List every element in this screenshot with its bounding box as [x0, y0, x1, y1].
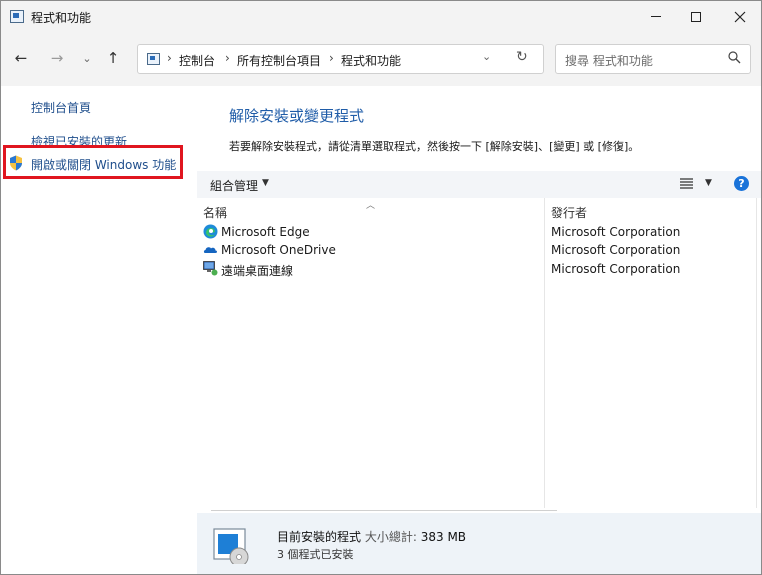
total-size-value: 383 MB	[420, 530, 467, 544]
installed-summary: 目前安裝的程式 大小總計: 383 MB	[277, 528, 466, 545]
page-description: 若要解除安裝程式，請從清單選取程式，然後按一下 [解除安裝]、[變更] 或 [修…	[229, 140, 640, 153]
breadcrumb-separator: ›	[329, 51, 334, 65]
details-pane: 目前安裝的程式 大小總計: 383 MB 3 個程式已安裝	[197, 513, 761, 574]
organize-button[interactable]: 組合管理	[210, 177, 258, 194]
column-header-name[interactable]: 名稱	[203, 204, 227, 221]
search-input[interactable]: 搜尋 程式和功能	[555, 44, 751, 74]
control-panel-icon	[10, 10, 24, 23]
program-publisher: Microsoft Corporation	[551, 262, 681, 276]
onedrive-icon	[203, 247, 217, 253]
program-name: 遠端桌面連線	[221, 264, 294, 278]
breadcrumb-all-items[interactable]: 所有控制台項目	[237, 52, 321, 69]
program-list: ︿ 名稱 發行者 Microsoft Edge Microsoft Corpor…	[197, 198, 761, 511]
breadcrumb-separator: ›	[225, 51, 230, 65]
total-size-label: 大小總計:	[364, 530, 417, 544]
command-bar: 組合管理 ▼ ▼ ?	[197, 171, 761, 198]
breadcrumb-control-panel[interactable]: 控制台	[179, 52, 215, 69]
program-publisher: Microsoft Corporation	[551, 243, 681, 257]
view-dropdown-icon[interactable]: ▼	[705, 178, 712, 188]
control-panel-icon	[147, 53, 160, 65]
breadcrumb-separator: ›	[167, 51, 172, 65]
program-name: Microsoft OneDrive	[221, 243, 336, 257]
edge-icon	[203, 224, 218, 239]
navigation-bar: ← → ⌄ ↑ › 控制台 › 所有控制台項目 › 程式和功能 ⌄ ↻ 搜尋 程…	[1, 32, 761, 86]
list-item[interactable]: 遠端桌面連線 Microsoft Corporation	[197, 260, 761, 278]
search-placeholder: 搜尋 程式和功能	[565, 54, 653, 68]
remote-desktop-icon	[203, 261, 218, 276]
breadcrumb-programs-features[interactable]: 程式和功能	[341, 52, 401, 69]
search-icon	[728, 51, 741, 64]
close-icon	[734, 11, 746, 22]
recent-locations-button[interactable]: ⌄	[77, 48, 97, 68]
program-name: Microsoft Edge	[221, 225, 310, 239]
back-button[interactable]: ←	[11, 48, 31, 68]
control-panel-home-link[interactable]: 控制台首頁	[31, 99, 91, 116]
sort-ascending-icon: ︿	[366, 201, 376, 211]
minimize-icon	[651, 16, 661, 17]
page-title: 解除安裝或變更程式	[229, 107, 365, 125]
maximize-button[interactable]	[673, 1, 719, 32]
help-icon[interactable]: ?	[734, 176, 749, 191]
window-title: 程式和功能	[31, 11, 92, 25]
column-header-publisher[interactable]: 發行者	[551, 204, 587, 221]
close-button[interactable]	[717, 1, 761, 32]
installed-count: 3 個程式已安裝	[277, 548, 354, 561]
address-bar[interactable]: › 控制台 › 所有控制台項目 › 程式和功能 ⌄ ↻	[137, 44, 544, 74]
list-item[interactable]: Microsoft OneDrive Microsoft Corporation	[197, 241, 761, 259]
address-dropdown-button[interactable]: ⌄	[482, 50, 491, 63]
refresh-button[interactable]: ↻	[516, 49, 528, 65]
installed-label: 目前安裝的程式	[277, 530, 362, 544]
maximize-icon	[691, 11, 701, 22]
up-button[interactable]: ↑	[103, 48, 123, 68]
program-publisher: Microsoft Corporation	[551, 225, 681, 239]
view-options-icon[interactable]	[680, 178, 693, 189]
highlight-box	[3, 145, 183, 179]
left-task-pane: 控制台首頁 檢視已安裝的更新 開啟或關閉 Windows 功能	[1, 86, 197, 574]
status-divider	[211, 510, 557, 511]
title-bar: 程式和功能	[1, 1, 761, 32]
forward-button[interactable]: →	[47, 48, 67, 68]
installed-programs-icon	[213, 528, 249, 564]
list-item[interactable]: Microsoft Edge Microsoft Corporation	[197, 223, 761, 241]
programs-and-features-window: 程式和功能 ← → ⌄ ↑ › 控制台 › 所有控制台項目 › 程式和功能 ⌄ …	[0, 0, 762, 575]
organize-dropdown-icon[interactable]: ▼	[262, 178, 269, 188]
